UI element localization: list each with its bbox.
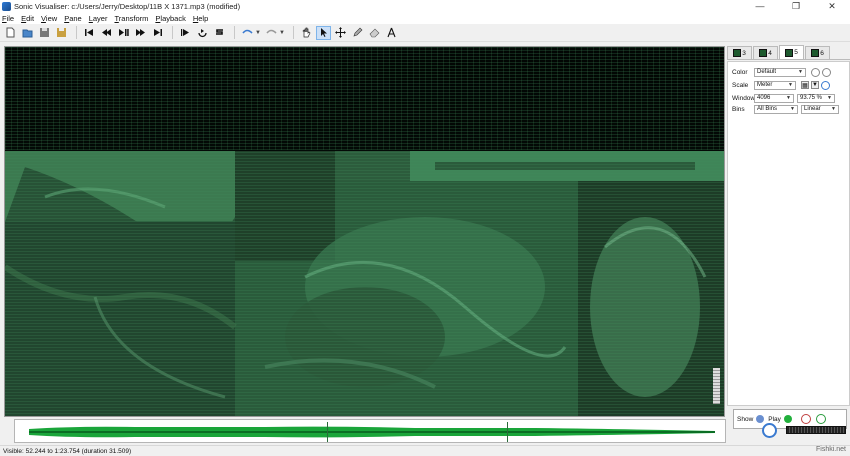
window-size-select[interactable]: 4096 ▼ xyxy=(754,93,794,103)
play-selection-icon[interactable] xyxy=(178,26,193,40)
status-bar: Visible: 52.244 to 1:23.754 (duration 31… xyxy=(0,445,850,456)
play-pause-icon[interactable] xyxy=(116,26,131,40)
tab-layer-4[interactable]: 4 xyxy=(753,46,778,59)
watermark: Fishki.net xyxy=(816,446,846,453)
playback-speed-knob[interactable] xyxy=(762,422,777,438)
toolbar-separator xyxy=(76,26,77,39)
scale-select[interactable]: Meter ▼ xyxy=(754,80,796,90)
window-controls: — ❐ ✕ xyxy=(742,0,850,12)
maximize-button[interactable]: ❐ xyxy=(778,0,814,12)
fast-forward-icon[interactable] xyxy=(133,26,148,40)
layer-icon xyxy=(733,49,742,57)
tab-layer-5[interactable]: 5 xyxy=(779,45,804,59)
layer-icon xyxy=(811,49,820,57)
chevron-down-icon: ▼ xyxy=(788,82,793,88)
menu-file[interactable]: File xyxy=(2,14,14,23)
menu-transform[interactable]: Transform xyxy=(114,14,148,23)
menu-help[interactable]: Help xyxy=(193,14,208,23)
save-as-icon[interactable] xyxy=(54,26,69,40)
frequency-scale-select[interactable]: Linear ▼ xyxy=(801,104,839,114)
menu-playback[interactable]: Playback xyxy=(155,14,185,23)
window-title: Sonic Visualiser: c:/Users/Jerry/Desktop… xyxy=(14,1,241,11)
menu-edit[interactable]: Edit xyxy=(21,14,34,23)
waveform xyxy=(15,420,725,442)
output-level-meter xyxy=(786,426,846,434)
color-reset-knob[interactable] xyxy=(811,67,820,77)
scale-row: Scale Meter ▼ ▦ ▼ xyxy=(732,80,830,90)
menu-layer[interactable]: Layer xyxy=(89,14,108,23)
overview-waveform[interactable] xyxy=(14,419,726,443)
menu-bar: File Edit View Pane Layer Transform Play… xyxy=(0,12,850,24)
window-label: Window xyxy=(732,94,756,102)
property-panel: 3 4 5 6 Color Default ▼ Scale Meter ▼ ▦ ▼ … xyxy=(727,45,850,442)
select-arrow-icon[interactable] xyxy=(315,25,331,40)
title-bar: Sonic Visualiser: c:/Users/Jerry/Desktop… xyxy=(0,0,850,12)
spectrogram-pane[interactable] xyxy=(4,46,725,417)
threshold-knob[interactable] xyxy=(821,80,830,90)
scale-label: Scale xyxy=(732,81,749,89)
layer-properties: Color Default ▼ Scale Meter ▼ ▦ ▼ Window 4… xyxy=(727,61,850,429)
tab-layer-6[interactable]: 6 xyxy=(805,46,830,59)
color-gain-knob[interactable] xyxy=(822,67,831,77)
layer-icon xyxy=(785,48,794,57)
save-icon[interactable] xyxy=(37,26,52,40)
toolbar: ▼ ▼ xyxy=(0,24,850,42)
loop-icon[interactable] xyxy=(195,26,210,40)
move-icon[interactable] xyxy=(333,26,348,40)
color-row: Color Default ▼ xyxy=(732,67,831,77)
spectrogram-view[interactable] xyxy=(5,47,725,417)
window-overlap-select[interactable]: 93.75 % ▼ xyxy=(797,93,835,103)
rewind-icon[interactable] xyxy=(99,26,114,40)
toolbar-separator xyxy=(292,26,294,39)
filter-icon[interactable]: ▼ xyxy=(811,81,819,89)
chevron-down-icon: ▼ xyxy=(798,69,803,75)
draw-pencil-icon[interactable] xyxy=(350,26,365,40)
bins-row: Bins All Bins ▼ Linear ▼ xyxy=(732,104,842,114)
erase-icon[interactable] xyxy=(367,26,382,40)
normalize-icon[interactable]: ▦ xyxy=(801,81,809,89)
layer-tabs: 3 4 5 6 xyxy=(727,45,850,60)
toolbar-separator xyxy=(172,26,173,39)
chevron-down-icon: ▼ xyxy=(827,95,832,101)
tab-layer-3[interactable]: 3 xyxy=(727,46,752,59)
layer-icon xyxy=(759,49,768,57)
vertical-zoom-thumbwheel[interactable] xyxy=(713,368,720,404)
fast-forward-end-icon[interactable] xyxy=(150,26,165,40)
show-label: Show xyxy=(737,415,754,423)
chevron-down-icon: ▼ xyxy=(790,106,795,112)
align-icon[interactable] xyxy=(240,26,255,40)
chevron-down-icon: ▼ xyxy=(786,95,791,101)
bins-label: Bins xyxy=(732,105,745,113)
playback-speed-controls xyxy=(762,422,850,438)
chevron-down-icon[interactable]: ▼ xyxy=(255,30,261,36)
open-file-icon[interactable] xyxy=(20,26,35,40)
window-row: Window 4096 ▼ 93.75 % ▼ xyxy=(732,93,838,103)
measure-icon[interactable] xyxy=(384,26,399,40)
visible-range-status: Visible: 52.244 to 1:23.754 (duration 31… xyxy=(3,447,132,455)
chevron-down-icon[interactable]: ▼ xyxy=(279,30,285,36)
toolbar-separator xyxy=(234,26,235,39)
solo-icon[interactable] xyxy=(212,26,227,40)
color-label: Color xyxy=(732,68,748,76)
chevron-down-icon: ▼ xyxy=(831,106,836,112)
bins-select[interactable]: All Bins ▼ xyxy=(754,104,798,114)
new-file-icon[interactable] xyxy=(3,26,18,40)
color-select[interactable]: Default ▼ xyxy=(754,67,806,77)
navigate-hand-icon[interactable] xyxy=(299,26,314,40)
menu-view[interactable]: View xyxy=(41,14,57,23)
app-icon xyxy=(2,1,11,11)
menu-pane[interactable]: Pane xyxy=(64,14,82,23)
minimize-button[interactable]: — xyxy=(742,0,778,12)
rewind-start-icon[interactable] xyxy=(82,26,97,40)
undo-redo-icon[interactable] xyxy=(264,26,279,40)
close-button[interactable]: ✕ xyxy=(814,0,850,12)
